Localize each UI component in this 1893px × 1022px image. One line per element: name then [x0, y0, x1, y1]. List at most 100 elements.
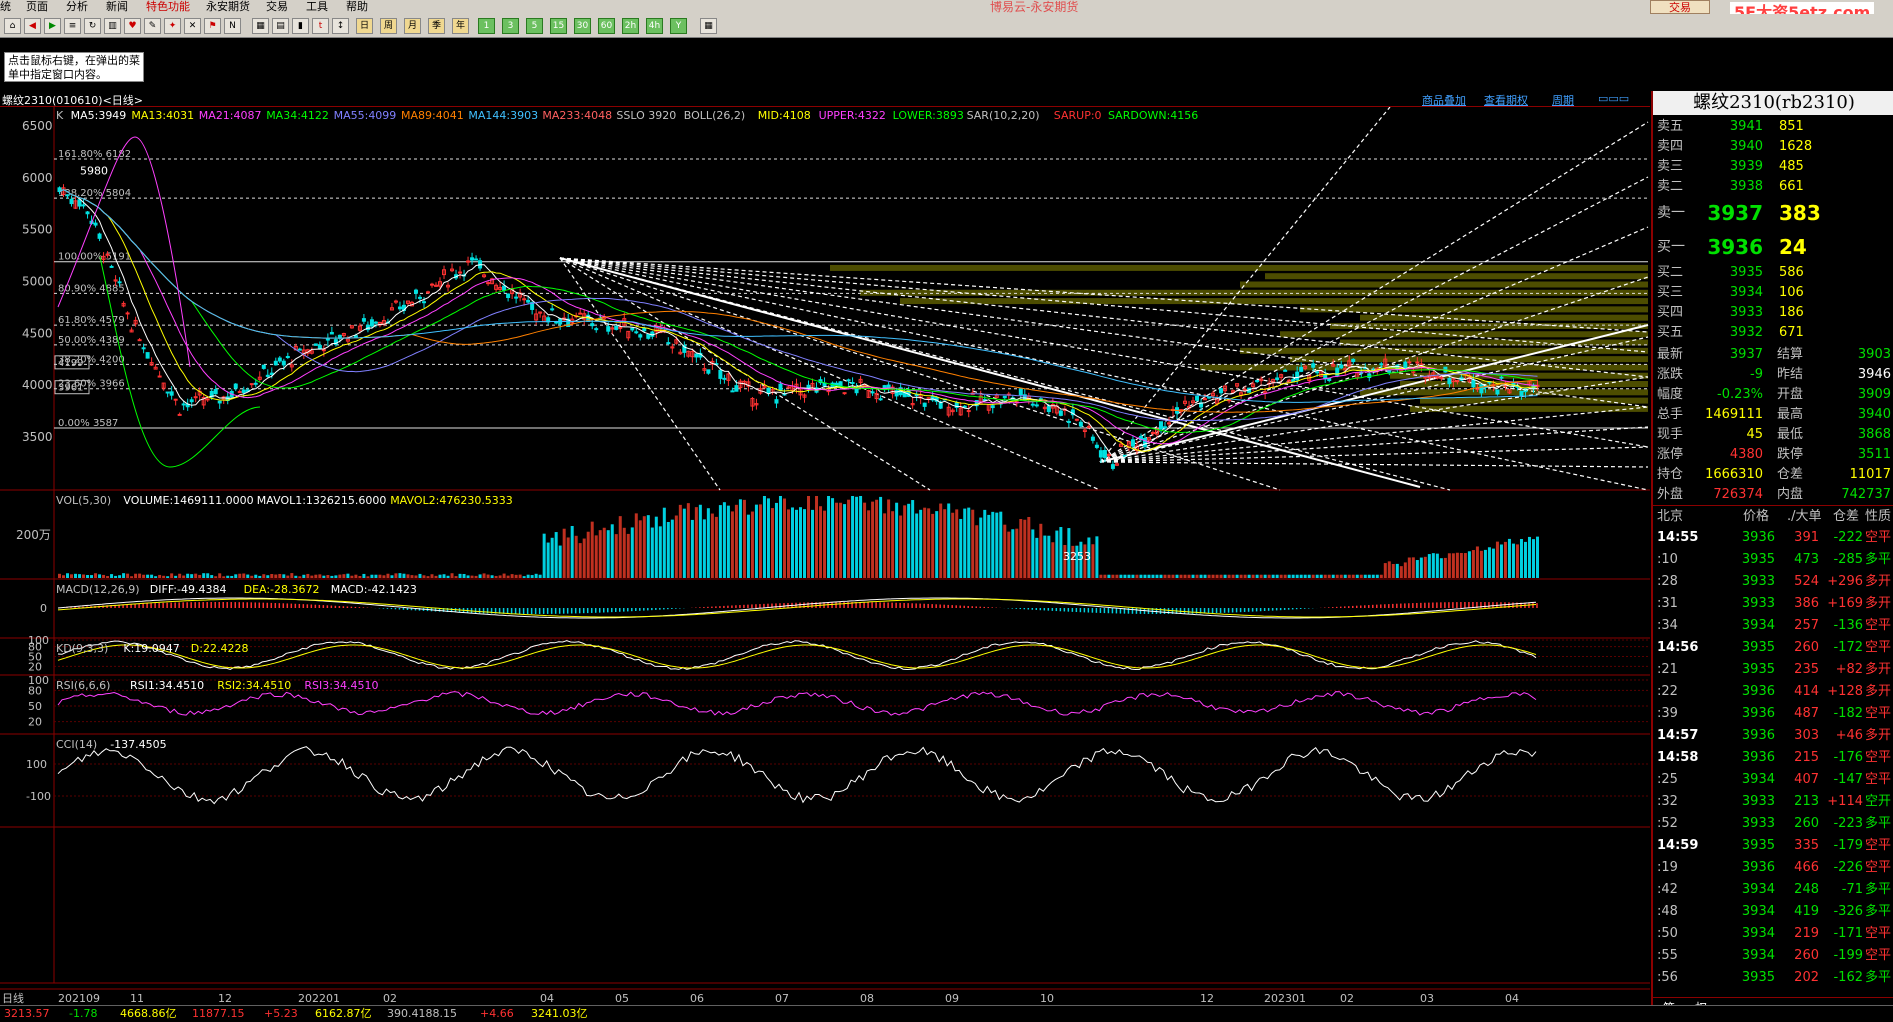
tick-row[interactable]: 14:58 3936 215 -176 空平 [1653, 747, 1893, 769]
period-30m-button[interactable]: 30 [574, 18, 591, 34]
tick-row[interactable]: :48 3934 419 -326 多平 [1653, 901, 1893, 923]
home-icon[interactable]: ⌂ [4, 18, 21, 34]
tick-row[interactable]: 14:55 3936 391 -222 空平 [1653, 527, 1893, 549]
ask-row[interactable]: 卖二 3938 661 [1653, 177, 1893, 197]
instrument-title: 螺纹2310(010610)<日线> [2, 94, 144, 107]
menu-item-tools[interactable]: 工具 [306, 0, 328, 14]
overlay-link[interactable]: 商品叠加 [1422, 92, 1466, 108]
tick-row[interactable]: 14:56 3935 260 -172 空平 [1653, 637, 1893, 659]
news-icon[interactable]: N [224, 18, 241, 34]
volume-bar [1011, 529, 1015, 578]
stat-label: 外盘 [1657, 487, 1684, 502]
quote-icon[interactable]: ▤ [272, 18, 289, 34]
stat-label: 昨结 [1777, 367, 1804, 382]
tick-time: 14:59 [1657, 838, 1699, 853]
tick-row[interactable]: :28 3933 524 +296 多开 [1653, 571, 1893, 593]
ask-row[interactable]: 卖三 3939 485 [1653, 157, 1893, 177]
period-1m-button[interactable]: 1 [478, 18, 495, 34]
volume-bar [1483, 549, 1487, 578]
ask-row[interactable]: 卖四 3940 1628 [1653, 137, 1893, 157]
bid1-row[interactable]: 买一 3936 24 [1653, 231, 1893, 263]
ask1-row[interactable]: 卖一 3937 383 [1653, 197, 1893, 229]
menu-item-help[interactable]: 帮助 [346, 0, 368, 14]
kline-chart[interactable]: 161.80% 6182138.20% 5804100.00% 519180.9… [0, 107, 1650, 1005]
tick-type: 多平 [1865, 882, 1892, 897]
volume-profile-bar [1360, 314, 1648, 321]
tick-row[interactable]: :31 3933 386 +169 多开 [1653, 593, 1893, 615]
period-15m-button[interactable]: 15 [550, 18, 567, 34]
period-4h-button[interactable]: 4h [646, 18, 663, 34]
list-icon[interactable]: ≡ [64, 18, 81, 34]
candle-body [1283, 369, 1288, 372]
tick-row[interactable]: :34 3934 257 -136 空平 [1653, 615, 1893, 637]
candle-body [1058, 410, 1063, 416]
bid-volume: 586 [1779, 265, 1804, 280]
tick-row[interactable]: :19 3936 466 -226 空平 [1653, 857, 1893, 879]
period-week-button[interactable]: 周 [380, 18, 397, 34]
forward-icon[interactable]: ▶ [44, 18, 61, 34]
tick-row[interactable]: :25 3934 407 -147 空平 [1653, 769, 1893, 791]
tick-oi-change: -172 [1833, 640, 1863, 655]
volume-bar [1327, 574, 1331, 578]
table-icon[interactable]: ▦ [252, 18, 269, 34]
tick-row[interactable]: :32 3933 213 +114 空开 [1653, 791, 1893, 813]
trade-button[interactable]: 交易 [1650, 0, 1710, 14]
refresh-icon[interactable]: ↻ [84, 18, 101, 34]
volume-bar [650, 527, 654, 578]
tick-row[interactable]: :39 3936 487 -182 空平 [1653, 703, 1893, 725]
options-link[interactable]: 查看期权 [1484, 92, 1528, 108]
tick-row[interactable]: :21 3935 235 +82 多开 [1653, 659, 1893, 681]
period-year-button[interactable]: 年 [452, 18, 469, 34]
menu-item-analysis[interactable]: 分析 [66, 0, 88, 14]
tick-row[interactable]: :56 3935 202 -162 多平 [1653, 967, 1893, 989]
menu-item-system[interactable]: 统 [0, 0, 11, 14]
candle-body [1299, 366, 1304, 372]
tick-row[interactable]: :42 3934 248 -71 多平 [1653, 879, 1893, 901]
tick-icon[interactable]: t [312, 18, 329, 34]
bid-row[interactable]: 买五 3932 671 [1653, 323, 1893, 343]
bid-row[interactable]: 买四 3933 186 [1653, 303, 1893, 323]
stat-value: 1469111 [1705, 407, 1763, 422]
tick-row[interactable]: 14:57 3936 303 +46 多开 [1653, 725, 1893, 747]
flag-icon[interactable]: ⚑ [204, 18, 221, 34]
period-link[interactable]: 周期 [1552, 92, 1574, 108]
menu-item-page[interactable]: 页面 [26, 0, 48, 14]
period-5m-button[interactable]: 5 [526, 18, 543, 34]
menu-item-news[interactable]: 新闻 [106, 0, 128, 14]
bid-row[interactable]: 买三 3934 106 [1653, 283, 1893, 303]
back-icon[interactable]: ◀ [24, 18, 41, 34]
menu-item-features[interactable]: 特色功能 [146, 0, 190, 14]
main-indicator-label: MA5:3949 [71, 109, 127, 122]
candle-body [730, 390, 735, 393]
period-2h-button[interactable]: 2h [622, 18, 639, 34]
tick-time: :31 [1657, 596, 1678, 611]
pin-icon[interactable]: ✦ [164, 18, 181, 34]
tick-row[interactable]: 14:59 3935 335 -179 空平 [1653, 835, 1893, 857]
menu-item-trade[interactable]: 交易 [266, 0, 288, 14]
chart-icon[interactable]: ▥ [104, 18, 121, 34]
period-month-button[interactable]: 月 [404, 18, 421, 34]
volume-bar [1223, 574, 1227, 578]
period-3m-button[interactable]: 3 [502, 18, 519, 34]
window-controls-icon[interactable]: ▭▭▭ [1598, 92, 1629, 105]
tools-icon[interactable]: ✕ [184, 18, 201, 34]
tick-row[interactable]: :22 3936 414 +128 多开 [1653, 681, 1893, 703]
heart-icon[interactable]: ♥ [124, 18, 141, 34]
bid-row[interactable]: 买二 3935 586 [1653, 263, 1893, 283]
period-day-button[interactable]: 日 [356, 18, 373, 34]
kline-icon[interactable]: ↕ [332, 18, 349, 34]
bars-icon[interactable]: ▮ [292, 18, 309, 34]
period-quarter-button[interactable]: 季 [428, 18, 445, 34]
ask-row[interactable]: 卖五 3941 851 [1653, 117, 1893, 137]
tick-row[interactable]: :52 3933 260 -223 多平 [1653, 813, 1893, 835]
volume-bar [1459, 552, 1463, 578]
period-60m-button[interactable]: 60 [598, 18, 615, 34]
volume-bar [1531, 539, 1535, 578]
tick-row[interactable]: :10 3935 473 -285 多平 [1653, 549, 1893, 571]
tick-row[interactable]: :50 3934 219 -171 空平 [1653, 923, 1893, 945]
menu-item-broker[interactable]: 永安期货 [206, 0, 250, 14]
period-custom-button[interactable]: Y [670, 18, 687, 34]
calendar-icon[interactable]: ▦ [700, 18, 717, 34]
edit-icon[interactable]: ✎ [144, 18, 161, 34]
tick-row[interactable]: :55 3934 260 -199 空平 [1653, 945, 1893, 967]
